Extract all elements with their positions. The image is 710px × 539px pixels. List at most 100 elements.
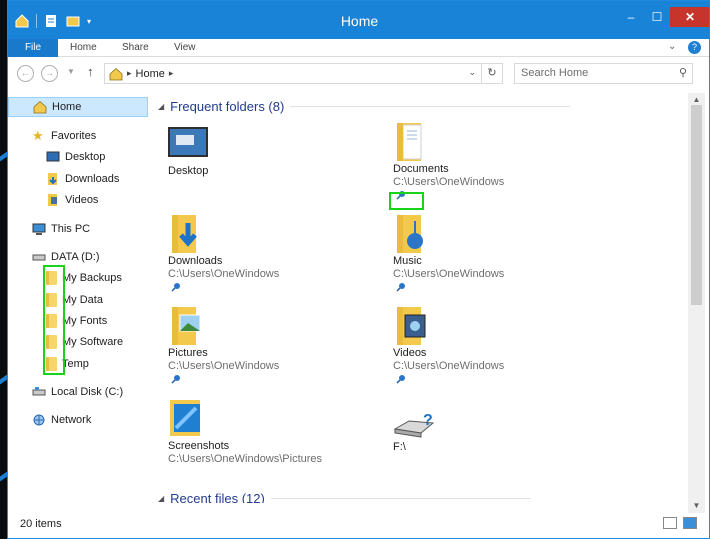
vertical-scrollbar[interactable]: ▲ ▼ — [688, 93, 705, 513]
pin-icon[interactable] — [394, 374, 406, 386]
breadcrumb-chevron-icon[interactable]: ▸ — [169, 68, 174, 79]
pictures-folder-icon — [168, 305, 208, 347]
nav-item-label: DATA (D:) — [51, 251, 100, 263]
nav-item-network[interactable]: Network — [32, 410, 91, 430]
nav-item-desktop[interactable]: Desktop — [46, 147, 105, 167]
tile-path: C:\Users\OneWindows\Pictures — [168, 453, 323, 465]
nav-item-label: Local Disk (C:) — [51, 386, 124, 398]
search-icon[interactable]: ⚲ — [679, 64, 687, 83]
tile-name: Pictures — [168, 347, 208, 359]
tab-view[interactable]: View — [174, 39, 196, 57]
tile-music[interactable]: Music C:\Users\OneWindows — [393, 213, 593, 303]
music-folder-icon — [393, 213, 433, 255]
tile-name: Downloads — [168, 255, 223, 267]
documents-folder-icon — [393, 121, 433, 163]
collapse-icon[interactable]: ◢ — [158, 494, 164, 503]
tile-path: C:\Users\OneWindows — [168, 268, 280, 280]
tile-path: C:\Users\OneWindows — [393, 176, 505, 188]
navigation-pane: Home ★ Favorites Desktop Downloads Video… — [8, 93, 148, 503]
nav-item-downloads[interactable]: Downloads — [46, 169, 119, 189]
tile-name: Videos — [393, 347, 427, 359]
tile-path: C:\Users\OneWindows — [393, 360, 505, 372]
scroll-down-icon[interactable]: ▼ — [688, 499, 705, 513]
tile-videos[interactable]: Videos C:\Users\OneWindows — [393, 305, 593, 395]
videos-folder-icon — [393, 305, 433, 347]
refresh-button[interactable]: ↻ — [481, 64, 502, 83]
ribbon-tabs: File Home Share View ⌄ ? — [8, 39, 709, 57]
recent-files-header[interactable]: ◢ Recent files (12) — [158, 491, 531, 503]
status-bar: 20 items — [8, 513, 709, 535]
home-icon — [33, 100, 47, 114]
details-view-icon[interactable] — [663, 517, 677, 529]
drive-icon — [32, 250, 46, 264]
nav-item-label: Favorites — [51, 130, 97, 142]
nav-item-this-pc[interactable]: This PC — [32, 219, 90, 239]
breadcrumb-chevron-icon[interactable]: ▸ — [127, 68, 132, 79]
section-divider — [290, 106, 571, 107]
nav-item-data-drive[interactable]: DATA (D:) — [32, 247, 99, 267]
recent-locations-icon[interactable]: ▼ — [67, 67, 75, 76]
back-button[interactable]: ← — [17, 65, 34, 82]
nav-item-label: My Fonts — [62, 315, 108, 327]
nav-item-local-disk[interactable]: Local Disk (C:) — [32, 382, 123, 402]
address-row: ← → ▼ ↑ ▸ Home ▸ ⌄ ↻ Search Home ⚲ — [8, 57, 709, 91]
videos-folder-icon — [46, 193, 60, 207]
collapse-icon[interactable]: ◢ — [158, 102, 164, 111]
frequent-folders-header[interactable]: ◢ Frequent folders (8) — [158, 99, 571, 114]
screenshots-folder-icon — [168, 398, 208, 440]
nav-item-favorites[interactable]: ★ Favorites — [32, 126, 96, 146]
large-icons-view-icon[interactable] — [683, 517, 697, 529]
search-input[interactable]: Search Home ⚲ — [514, 63, 693, 84]
highlight-box-pin — [389, 192, 424, 210]
pin-icon[interactable] — [394, 282, 406, 294]
tab-share[interactable]: Share — [122, 39, 149, 57]
close-button[interactable]: ✕ — [670, 7, 709, 27]
tile-name: Desktop — [168, 165, 209, 177]
nav-item-label: My Data — [62, 294, 103, 306]
home-icon — [109, 67, 123, 81]
computer-icon — [32, 222, 46, 236]
tile-f-drive[interactable]: ? F:\ — [393, 411, 593, 501]
tile-pictures[interactable]: Pictures C:\Users\OneWindows — [168, 305, 368, 395]
network-icon — [32, 413, 46, 427]
up-button[interactable]: ↑ — [87, 64, 94, 79]
item-count: 20 items — [20, 518, 62, 530]
nav-item-label: Desktop — [65, 151, 106, 163]
address-bar[interactable]: ▸ Home ▸ ⌄ ↻ — [104, 63, 503, 84]
tile-downloads[interactable]: Downloads C:\Users\OneWindows — [168, 213, 368, 303]
help-icon[interactable]: ? — [688, 41, 701, 54]
address-dropdown-icon[interactable]: ⌄ — [468, 67, 476, 78]
downloads-folder-icon — [168, 213, 208, 255]
tile-path: C:\Users\OneWindows — [168, 360, 280, 372]
nav-item-label: My Software — [62, 336, 124, 348]
breadcrumb-home[interactable]: Home — [136, 68, 165, 80]
maximize-button[interactable]: ☐ — [644, 7, 670, 27]
tile-name: Screenshots — [168, 440, 230, 452]
window-title: Home — [340, 13, 379, 29]
tile-screenshots[interactable]: Screenshots C:\Users\OneWindows\Pictures — [168, 398, 368, 488]
expand-ribbon-icon[interactable]: ⌄ — [668, 41, 676, 52]
pin-icon[interactable] — [169, 282, 181, 294]
scrollbar-thumb[interactable] — [691, 105, 702, 305]
desktop-icon — [168, 127, 208, 169]
nav-item-label: Temp — [62, 358, 89, 370]
svg-text:?: ? — [423, 412, 433, 429]
content-pane: ◢ Frequent folders (8) Desktop Documents… — [148, 93, 688, 503]
downloads-folder-icon — [46, 172, 60, 186]
nav-item-home[interactable]: Home — [8, 97, 148, 117]
nav-item-label: Downloads — [65, 173, 120, 185]
nav-item-label: My Backups — [62, 272, 122, 284]
nav-item-videos[interactable]: Videos — [46, 190, 98, 210]
tab-home[interactable]: Home — [70, 39, 97, 57]
tile-name: F:\ — [393, 441, 406, 453]
minimize-button[interactable]: – — [618, 7, 644, 27]
tile-name: Music — [393, 255, 422, 267]
pin-icon[interactable] — [169, 374, 181, 386]
forward-button[interactable]: → — [41, 65, 58, 82]
drive-icon — [32, 385, 46, 399]
tab-file[interactable]: File — [8, 39, 58, 57]
tile-path: C:\Users\OneWindows — [393, 268, 505, 280]
desktop-icon — [46, 150, 60, 164]
tile-desktop[interactable]: Desktop — [168, 127, 368, 217]
explorer-window: ▾ Home – ☐ ✕ File Home Share View ⌄ ? ← … — [7, 0, 710, 539]
